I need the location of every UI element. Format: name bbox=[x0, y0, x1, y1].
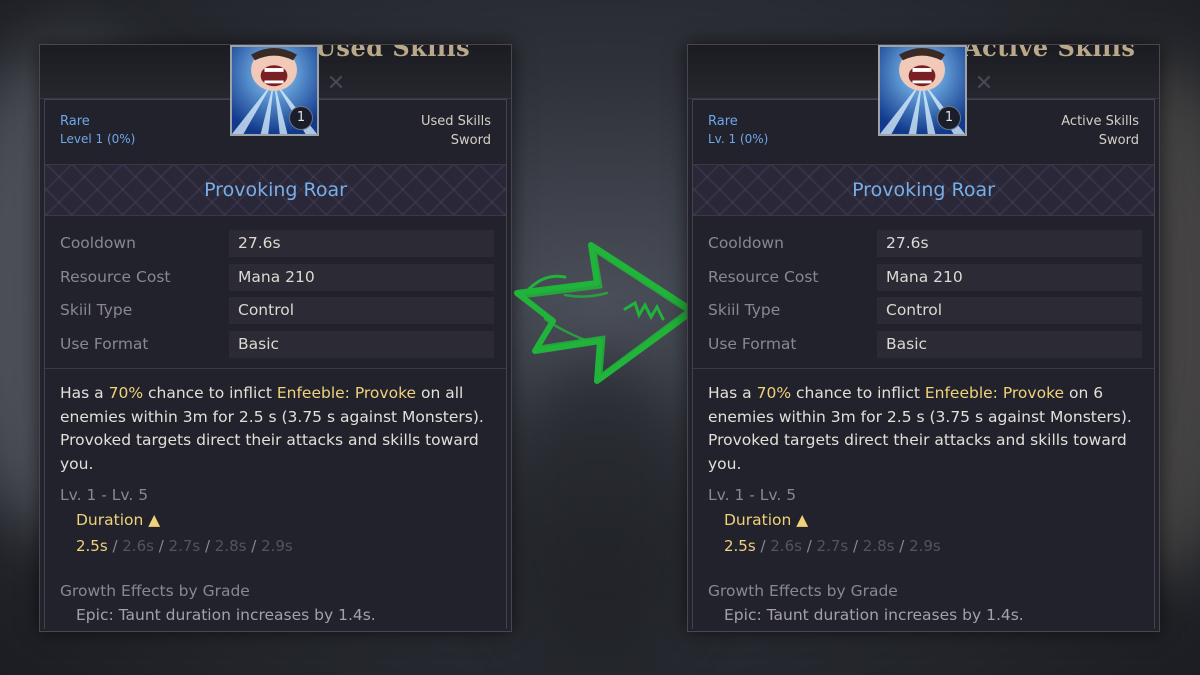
duration-current: 2.5s bbox=[724, 537, 756, 555]
duration-level-2: 2.6s bbox=[122, 537, 154, 555]
level-label: Level 1 (0%) bbox=[60, 132, 136, 146]
skill-category: Active Skills bbox=[1061, 114, 1139, 129]
stat-label: Skiil Type bbox=[60, 301, 133, 319]
stat-value: Control bbox=[229, 297, 494, 324]
skill-description: Has a 70% chance to inflict Enfeeble: Pr… bbox=[708, 382, 1148, 476]
stat-label: Use Format bbox=[708, 334, 797, 353]
skill-name-banner: Provoking Roar bbox=[45, 164, 506, 216]
growth-item-epic: Epic: Taunt duration increases by 1.4s. bbox=[724, 606, 1024, 624]
duration-label: Duration ▲ bbox=[724, 511, 809, 529]
stat-value: 27.6s bbox=[877, 230, 1142, 257]
stat-value: 27.6s bbox=[229, 230, 494, 257]
skill-description: Has a 70% chance to inflict Enfeeble: Pr… bbox=[60, 382, 500, 476]
stat-label: Cooldown bbox=[708, 234, 784, 252]
stat-label: Skiil Type bbox=[708, 301, 781, 319]
duration-level-2: 2.6s bbox=[770, 537, 802, 555]
skill-category: Used Skills bbox=[420, 114, 491, 129]
level-range: Lv. 1 - Lv. 5 bbox=[708, 486, 797, 504]
rarity-label: Rare bbox=[708, 114, 738, 129]
divider bbox=[693, 368, 1154, 369]
duration-label: Duration ▲ bbox=[76, 511, 161, 529]
growth-title: Growth Effects by Grade bbox=[708, 582, 898, 600]
duration-current: 2.5s bbox=[76, 537, 108, 555]
effect-highlight: Enfeeble: Provoke bbox=[276, 384, 417, 402]
stat-row-skill-type: Skiil Type Control bbox=[60, 297, 494, 324]
header-title: Active Skills bbox=[963, 44, 1136, 62]
provoking-roar-skill-icon: 1 bbox=[878, 45, 967, 136]
description-text: Has a bbox=[708, 384, 757, 402]
tooltip-body: Rare Lv. 1 (0%) Active Skills Sword Prov… bbox=[692, 99, 1155, 629]
description-text: chance to inflict bbox=[791, 384, 925, 402]
chance-highlight: 70% bbox=[756, 384, 792, 402]
skill-name: Provoking Roar bbox=[204, 179, 347, 201]
skill-level-badge: 1 bbox=[937, 106, 961, 130]
weapon-type: Sword bbox=[450, 133, 491, 148]
skill-level-badge: 1 bbox=[289, 106, 313, 130]
stat-label: Cooldown bbox=[60, 234, 136, 252]
duration-level-4: 2.8s bbox=[862, 537, 895, 555]
stat-row-cooldown: Cooldown 27.6s bbox=[60, 230, 494, 257]
growth-item-epic: Epic: Taunt duration increases by 1.4s. bbox=[76, 606, 376, 624]
stat-value: Control bbox=[877, 297, 1142, 324]
header-title: Used Skills bbox=[315, 44, 471, 62]
stat-label: Resource Cost bbox=[60, 267, 171, 286]
level-label: Lv. 1 (0%) bbox=[708, 132, 769, 146]
weapon-type: Sword bbox=[1098, 133, 1139, 148]
stat-value: Basic bbox=[229, 330, 494, 358]
effect-highlight: Enfeeble: Provoke bbox=[924, 384, 1065, 402]
skill-tooltip-after: Active Skills ✕ 1 Rare Lv. 1 (0%) Active… bbox=[687, 44, 1160, 632]
stat-value: Basic bbox=[877, 330, 1142, 358]
stat-row-cooldown: Cooldown 27.6s bbox=[708, 230, 1142, 257]
skill-tooltip-before: Used Skills ✕ 1 Rare Level 1 (0%) Used S… bbox=[39, 44, 512, 632]
duration-level-4: 2.8s bbox=[214, 537, 247, 555]
stat-value: Mana 210 bbox=[877, 263, 1142, 291]
divider bbox=[45, 368, 506, 369]
duration-level-5: 2.9s bbox=[909, 537, 941, 555]
background-blur bbox=[500, 360, 700, 660]
stat-row-resource-cost: Resource Cost Mana 210 bbox=[60, 263, 494, 291]
provoking-roar-skill-icon: 1 bbox=[230, 45, 319, 136]
tooltip-body: Rare Level 1 (0%) Used Skills Sword Prov… bbox=[44, 99, 507, 629]
stat-label: Use Format bbox=[60, 334, 149, 353]
description-text: Has a bbox=[60, 384, 109, 402]
duration-level-3: 2.7s bbox=[168, 537, 201, 555]
skill-name: Provoking Roar bbox=[852, 179, 995, 201]
duration-values: 2.5s / 2.6s / 2.7s / 2.8s / 2.9s bbox=[76, 537, 293, 555]
duration-level-5: 2.9s bbox=[261, 537, 293, 555]
stat-row-resource-cost: Resource Cost Mana 210 bbox=[708, 263, 1142, 291]
stat-list: Cooldown 27.6s Resource Cost Mana 210 Sk… bbox=[60, 230, 494, 364]
stat-row-skill-type: Skiil Type Control bbox=[708, 297, 1142, 324]
stat-row-use-format: Use Format Basic bbox=[708, 330, 1142, 358]
chance-highlight: 70% bbox=[108, 384, 144, 402]
description-text: chance to inflict bbox=[143, 384, 277, 402]
growth-title: Growth Effects by Grade bbox=[60, 582, 250, 600]
stat-value: Mana 210 bbox=[229, 263, 494, 291]
stat-row-use-format: Use Format Basic bbox=[60, 330, 494, 358]
skill-name-banner: Provoking Roar bbox=[693, 164, 1154, 216]
duration-level-3: 2.7s bbox=[816, 537, 849, 555]
duration-values: 2.5s / 2.6s / 2.7s / 2.8s / 2.9s bbox=[724, 537, 941, 555]
stat-list: Cooldown 27.6s Resource Cost Mana 210 Sk… bbox=[708, 230, 1142, 364]
level-range: Lv. 1 - Lv. 5 bbox=[60, 486, 149, 504]
green-hand-drawn-arrow-icon bbox=[514, 242, 696, 384]
stat-label: Resource Cost bbox=[708, 267, 819, 286]
rarity-label: Rare bbox=[60, 114, 90, 129]
